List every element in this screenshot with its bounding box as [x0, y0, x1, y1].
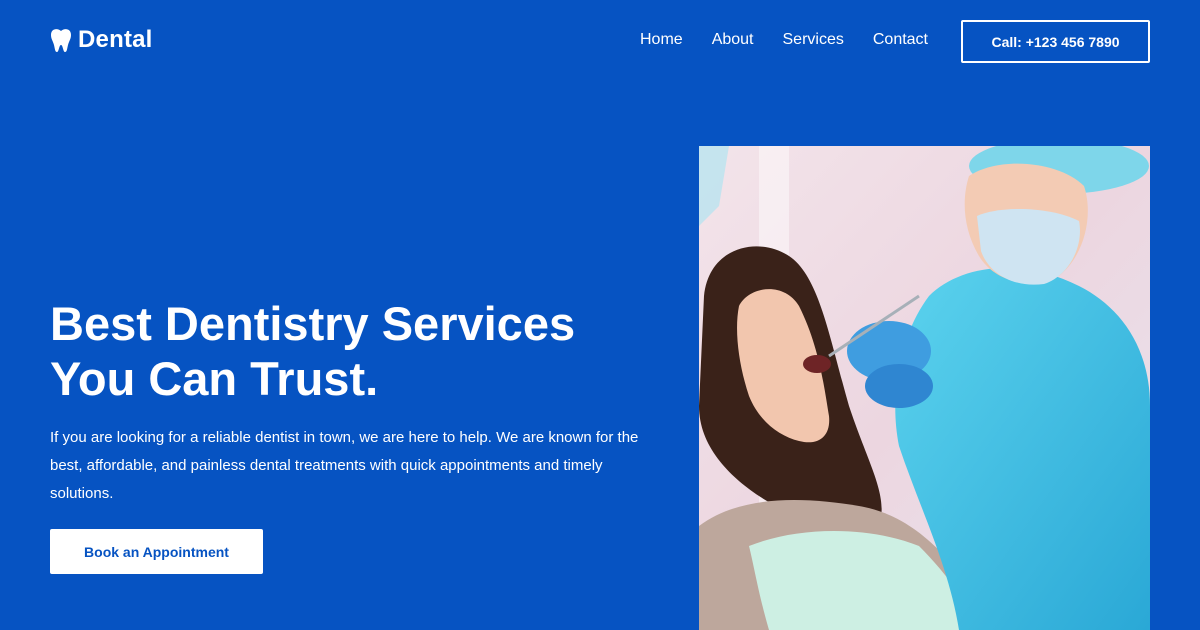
nav-contact[interactable]: Contact [873, 31, 928, 49]
nav-home[interactable]: Home [640, 31, 683, 49]
hero-description: If you are looking for a reliable dentis… [50, 429, 639, 502]
hero-title: Best Dentistry Services You Can Trust. [50, 296, 670, 406]
dentist-examining-patient-photo [699, 146, 1150, 630]
book-appointment-button[interactable]: Book an Appointment [50, 529, 263, 574]
main-nav: Home About Services Contact [640, 31, 928, 49]
call-button[interactable]: Call: +123 456 7890 [961, 20, 1150, 63]
brand-logo[interactable]: Dental [50, 26, 153, 54]
brand-name: Dental [78, 26, 153, 53]
tooth-icon [51, 29, 71, 52]
hero-title-line1: Best Dentistry Services [50, 297, 576, 350]
nav-services[interactable]: Services [783, 31, 844, 49]
hero-title-line2: You Can Trust. [50, 352, 379, 405]
nav-about[interactable]: About [712, 31, 754, 49]
